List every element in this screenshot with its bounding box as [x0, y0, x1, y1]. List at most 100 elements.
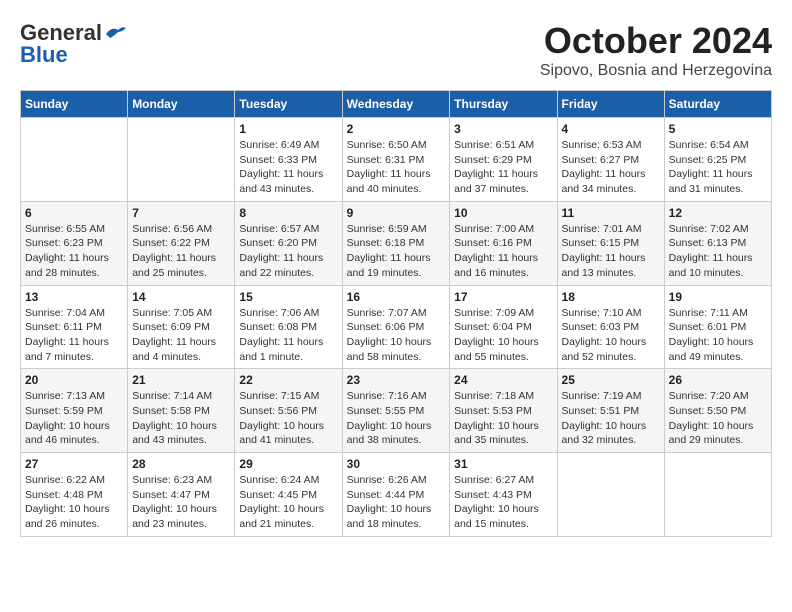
calendar-day-cell: 15 Sunrise: 7:06 AMSunset: 6:08 PMDayligh… — [235, 285, 342, 369]
calendar-day-cell: 24 Sunrise: 7:18 AMSunset: 5:53 PMDayligh… — [450, 369, 557, 453]
day-info: Sunrise: 6:49 AMSunset: 6:33 PMDaylight:… — [239, 138, 337, 197]
calendar-day-cell: 17Sunrise: 7:09 AMSunset: 6:04 PMDayligh… — [450, 285, 557, 369]
day-number: 12 — [669, 206, 767, 220]
day-info: Sunrise: 6:53 AMSunset: 6:27 PMDaylight:… — [562, 138, 660, 197]
day-number: 24 — [454, 373, 552, 387]
day-number: 21 — [132, 373, 230, 387]
day-number: 8 — [239, 206, 337, 220]
calendar-day-cell — [557, 453, 664, 537]
day-info: Sunrise: 7:00 AMSunset: 6:16 PMDaylight:… — [454, 222, 552, 281]
day-number: 1 — [239, 122, 337, 136]
day-number: 31 — [454, 457, 552, 471]
calendar-week-row: 20 Sunrise: 7:13 AMSunset: 5:59 PMDayligh… — [21, 369, 772, 453]
day-number: 18 — [562, 290, 660, 304]
day-number: 9 — [347, 206, 446, 220]
day-number: 10 — [454, 206, 552, 220]
day-info: Sunrise: 7:06 AMSunset: 6:08 PMDaylight:… — [239, 306, 337, 365]
day-number: 7 — [132, 206, 230, 220]
calendar-day-cell: 21 Sunrise: 7:14 AMSunset: 5:58 PMDayligh… — [128, 369, 235, 453]
calendar-day-cell: 30Sunrise: 6:26 AMSunset: 4:44 PMDayligh… — [342, 453, 450, 537]
logo-blue: Blue — [20, 42, 68, 68]
weekday-header-saturday: Saturday — [664, 91, 771, 118]
day-info: Sunrise: 6:23 AMSunset: 4:47 PMDaylight:… — [132, 473, 230, 532]
calendar-day-cell — [21, 118, 128, 202]
day-info: Sunrise: 7:05 AMSunset: 6:09 PMDaylight:… — [132, 306, 230, 365]
day-info: Sunrise: 6:54 AMSunset: 6:25 PMDaylight:… — [669, 138, 767, 197]
day-number: 4 — [562, 122, 660, 136]
calendar-week-row: 13Sunrise: 7:04 AMSunset: 6:11 PMDayligh… — [21, 285, 772, 369]
calendar-week-row: 1 Sunrise: 6:49 AMSunset: 6:33 PMDaylight… — [21, 118, 772, 202]
weekday-header-wednesday: Wednesday — [342, 91, 450, 118]
calendar-day-cell: 23Sunrise: 7:16 AMSunset: 5:55 PMDayligh… — [342, 369, 450, 453]
calendar-day-cell: 26 Sunrise: 7:20 AMSunset: 5:50 PMDayligh… — [664, 369, 771, 453]
day-number: 6 — [25, 206, 123, 220]
calendar-day-cell: 3Sunrise: 6:51 AMSunset: 6:29 PMDaylight… — [450, 118, 557, 202]
day-info: Sunrise: 7:13 AMSunset: 5:59 PMDaylight:… — [25, 389, 123, 448]
calendar-day-cell: 18 Sunrise: 7:10 AMSunset: 6:03 PMDayligh… — [557, 285, 664, 369]
day-info: Sunrise: 7:20 AMSunset: 5:50 PMDaylight:… — [669, 389, 767, 448]
calendar-day-cell: 10 Sunrise: 7:00 AMSunset: 6:16 PMDayligh… — [450, 201, 557, 285]
day-number: 2 — [347, 122, 446, 136]
day-info: Sunrise: 6:57 AMSunset: 6:20 PMDaylight:… — [239, 222, 337, 281]
day-info: Sunrise: 7:18 AMSunset: 5:53 PMDaylight:… — [454, 389, 552, 448]
calendar-day-cell: 12 Sunrise: 7:02 AMSunset: 6:13 PMDayligh… — [664, 201, 771, 285]
day-number: 16 — [347, 290, 446, 304]
day-info: Sunrise: 7:15 AMSunset: 5:56 PMDaylight:… — [239, 389, 337, 448]
day-info: Sunrise: 7:19 AMSunset: 5:51 PMDaylight:… — [562, 389, 660, 448]
day-info: Sunrise: 6:27 AMSunset: 4:43 PMDaylight:… — [454, 473, 552, 532]
weekday-header-row: SundayMondayTuesdayWednesdayThursdayFrid… — [21, 91, 772, 118]
day-info: Sunrise: 7:02 AMSunset: 6:13 PMDaylight:… — [669, 222, 767, 281]
calendar-day-cell: 9 Sunrise: 6:59 AMSunset: 6:18 PMDaylight… — [342, 201, 450, 285]
day-info: Sunrise: 7:16 AMSunset: 5:55 PMDaylight:… — [347, 389, 446, 448]
day-number: 11 — [562, 206, 660, 220]
calendar-day-cell: 13Sunrise: 7:04 AMSunset: 6:11 PMDayligh… — [21, 285, 128, 369]
day-number: 15 — [239, 290, 337, 304]
day-number: 29 — [239, 457, 337, 471]
day-number: 17 — [454, 290, 552, 304]
day-info: Sunrise: 6:56 AMSunset: 6:22 PMDaylight:… — [132, 222, 230, 281]
month-year-title: October 2024 — [540, 20, 772, 62]
day-number: 26 — [669, 373, 767, 387]
day-number: 5 — [669, 122, 767, 136]
day-info: Sunrise: 6:24 AMSunset: 4:45 PMDaylight:… — [239, 473, 337, 532]
weekday-header-friday: Friday — [557, 91, 664, 118]
title-section: October 2024 Sipovo, Bosnia and Herzegov… — [540, 20, 772, 80]
day-info: Sunrise: 7:10 AMSunset: 6:03 PMDaylight:… — [562, 306, 660, 365]
day-number: 28 — [132, 457, 230, 471]
calendar-week-row: 6Sunrise: 6:55 AMSunset: 6:23 PMDaylight… — [21, 201, 772, 285]
calendar-day-cell: 22Sunrise: 7:15 AMSunset: 5:56 PMDayligh… — [235, 369, 342, 453]
day-info: Sunrise: 7:07 AMSunset: 6:06 PMDaylight:… — [347, 306, 446, 365]
day-info: Sunrise: 7:04 AMSunset: 6:11 PMDaylight:… — [25, 306, 123, 365]
weekday-header-sunday: Sunday — [21, 91, 128, 118]
calendar-day-cell: 14 Sunrise: 7:05 AMSunset: 6:09 PMDayligh… — [128, 285, 235, 369]
logo: General Blue — [20, 20, 128, 68]
day-info: Sunrise: 7:11 AMSunset: 6:01 PMDaylight:… — [669, 306, 767, 365]
calendar-day-cell: 16 Sunrise: 7:07 AMSunset: 6:06 PMDayligh… — [342, 285, 450, 369]
day-info: Sunrise: 6:50 AMSunset: 6:31 PMDaylight:… — [347, 138, 446, 197]
calendar-day-cell: 6Sunrise: 6:55 AMSunset: 6:23 PMDaylight… — [21, 201, 128, 285]
calendar-day-cell: 19 Sunrise: 7:11 AMSunset: 6:01 PMDayligh… — [664, 285, 771, 369]
calendar-day-cell: 7 Sunrise: 6:56 AMSunset: 6:22 PMDaylight… — [128, 201, 235, 285]
day-number: 14 — [132, 290, 230, 304]
day-info: Sunrise: 6:26 AMSunset: 4:44 PMDaylight:… — [347, 473, 446, 532]
calendar-day-cell — [664, 453, 771, 537]
calendar-week-row: 27 Sunrise: 6:22 AMSunset: 4:48 PMDayligh… — [21, 453, 772, 537]
weekday-header-tuesday: Tuesday — [235, 91, 342, 118]
day-number: 3 — [454, 122, 552, 136]
calendar-table: SundayMondayTuesdayWednesdayThursdayFrid… — [20, 90, 772, 537]
calendar-day-cell: 29 Sunrise: 6:24 AMSunset: 4:45 PMDayligh… — [235, 453, 342, 537]
calendar-day-cell — [128, 118, 235, 202]
location-subtitle: Sipovo, Bosnia and Herzegovina — [540, 62, 772, 80]
day-number: 20 — [25, 373, 123, 387]
day-info: Sunrise: 6:22 AMSunset: 4:48 PMDaylight:… — [25, 473, 123, 532]
day-number: 27 — [25, 457, 123, 471]
day-info: Sunrise: 6:59 AMSunset: 6:18 PMDaylight:… — [347, 222, 446, 281]
weekday-header-thursday: Thursday — [450, 91, 557, 118]
calendar-day-cell: 4 Sunrise: 6:53 AMSunset: 6:27 PMDaylight… — [557, 118, 664, 202]
calendar-day-cell: 27 Sunrise: 6:22 AMSunset: 4:48 PMDayligh… — [21, 453, 128, 537]
calendar-day-cell: 2 Sunrise: 6:50 AMSunset: 6:31 PMDaylight… — [342, 118, 450, 202]
calendar-day-cell: 8 Sunrise: 6:57 AMSunset: 6:20 PMDaylight… — [235, 201, 342, 285]
day-info: Sunrise: 7:14 AMSunset: 5:58 PMDaylight:… — [132, 389, 230, 448]
day-number: 19 — [669, 290, 767, 304]
calendar-day-cell: 31 Sunrise: 6:27 AMSunset: 4:43 PMDayligh… — [450, 453, 557, 537]
